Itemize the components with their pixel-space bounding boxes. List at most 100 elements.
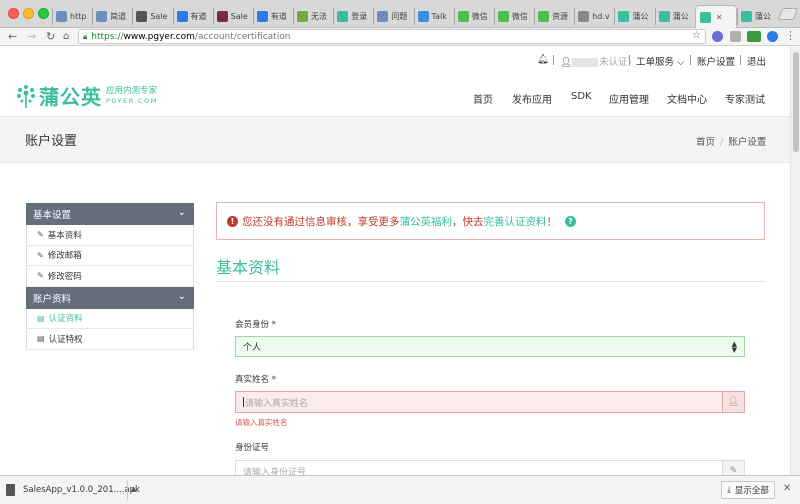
browser-tab-bar: http 简道 Sale 有道 Sale 有道 无法 登录 问题 Talk 微信 微信 资源 hd.v 蒲公… [0, 0, 800, 28]
browser-tab[interactable]: Sale [132, 5, 172, 28]
workorder-menu[interactable]: 工单服务 ⌵ [636, 54, 684, 68]
sidebar-item-privileges[interactable]: ▤ 认证特权 [26, 329, 194, 350]
browser-tab[interactable]: 资源 [534, 5, 574, 28]
browser-tab[interactable]: 微信 [453, 5, 494, 28]
sidebar-item-certification[interactable]: ▤ 认证资料 [26, 308, 194, 329]
maximize-window-button[interactable] [38, 8, 49, 19]
user-icon: 👤︎ [560, 57, 573, 68]
logo-tagline-cn: 应用内测专家 [106, 85, 158, 96]
sidebar-item-change-email[interactable]: ✎ 修改邮箱 [26, 245, 194, 266]
pgyer-icon [740, 11, 752, 22]
browser-tab[interactable]: http [52, 5, 92, 28]
wechat-icon [538, 11, 550, 22]
browser-tab[interactable]: 蒲公 [614, 5, 654, 28]
browser-tab[interactable]: 简道 [92, 5, 132, 28]
nav-home[interactable]: 首页 [473, 91, 493, 106]
nav-app-management[interactable]: 应用管理 [609, 91, 649, 106]
nav-docs[interactable]: 文档中心 [667, 91, 707, 106]
browser-tab[interactable]: hd.v [574, 5, 614, 28]
sidebar-group-basic-settings[interactable]: 基本设置 ⌄ [26, 203, 194, 225]
page-scrollbar[interactable] [790, 47, 800, 475]
section-title: 基本资料 [216, 258, 281, 277]
web-page: 🔔︎ 👤︎ 未认证) 工单服务 ⌵ 账户设置 退出 蒲公英 应用内测专家 PGY… [0, 47, 790, 475]
account-settings-link[interactable]: 账户设置 [697, 54, 735, 68]
realname-label: 真实姓名 * [235, 375, 276, 385]
forward-button[interactable]: → [27, 30, 36, 44]
tab-label: 资源 [552, 12, 569, 21]
browser-tab[interactable]: 蒲公 [736, 5, 777, 28]
frog-icon [297, 11, 309, 22]
tab-label: http [70, 12, 87, 21]
member-type-select[interactable]: 个人 ▲ ▼ [235, 336, 745, 357]
breadcrumb-home[interactable]: 首页 [696, 137, 715, 148]
realname-input[interactable]: 请输入真实姓名 [235, 391, 723, 413]
sidebar-item-label: 修改邮箱 [47, 251, 82, 262]
minimize-window-button[interactable] [23, 8, 34, 19]
sidebar-item-change-password[interactable]: ✎ 修改密码 [26, 266, 194, 287]
divider [690, 55, 691, 65]
select-caret-icon: ▲ ▼ [731, 340, 737, 354]
complete-certification-link[interactable]: 完善认证资料 [484, 214, 547, 229]
download-item[interactable]: SalesApp_v1.0.0_201....apk [6, 480, 140, 500]
user-status[interactable]: 👤︎ 未认证) [560, 54, 631, 68]
browser-tab[interactable]: Sale [212, 5, 253, 28]
nav-expert-testing[interactable]: 专家测试 [725, 91, 765, 106]
help-icon[interactable]: ? [565, 215, 576, 227]
chevron-up-icon[interactable]: ▲ [131, 485, 136, 493]
browser-tab[interactable]: 有道 [172, 5, 213, 28]
browser-tab[interactable]: 无法 [293, 5, 333, 28]
page-banner: 账户设置 首页 / 账户设置 [0, 116, 790, 163]
bell-icon[interactable]: 🔔︎ [537, 54, 549, 65]
divider [553, 55, 554, 65]
scrollbar-thumb[interactable] [793, 52, 799, 152]
tab-label: Talk [431, 12, 447, 21]
reload-button[interactable]: ↻ [46, 30, 55, 44]
browser-toolbar: ← → ↻ ⌂ 🔒︎ https://www.pgyer.com/account… [0, 28, 800, 46]
browser-menu-icon[interactable]: ⋮ [785, 29, 796, 42]
close-icon[interactable]: ✕ [783, 483, 791, 494]
browser-tab[interactable]: 问题 [373, 5, 413, 28]
browser-tab[interactable]: 有道 [252, 5, 293, 28]
settings-sidebar: 基本设置 ⌄ ✎ 基本资料 ✎ 修改邮箱 ✎ 修改密码 账户资料 ⌄ ▤ 认证资料 ▤ 认… [26, 203, 194, 350]
document-icon: ▤ [37, 313, 45, 323]
logout-link[interactable]: 退出 [747, 54, 766, 68]
new-tab-button[interactable] [777, 8, 799, 20]
tab-label: 微信 [511, 12, 528, 21]
browser-tab[interactable]: ✕ [694, 5, 737, 28]
browser-tab[interactable]: 登录 [333, 5, 373, 28]
pgyer-logo[interactable]: 蒲公英 应用内测专家 PGYER.COM [16, 81, 158, 110]
sidebar-group-account-info[interactable]: 账户资料 ⌄ [26, 286, 194, 309]
show-all-downloads-button[interactable]: ⤓ 显示全部 [721, 481, 775, 499]
close-tab-icon[interactable]: ✕ [716, 13, 723, 22]
browser-tab[interactable]: 蒲公 [654, 5, 695, 28]
alert-text: ，快去 [452, 215, 484, 228]
alert-brand-link[interactable]: 蒲公英福利 [400, 214, 453, 229]
extension-icon[interactable] [712, 31, 723, 42]
address-bar[interactable]: 🔒︎ https://www.pgyer.com/account/certifi… [78, 29, 706, 44]
breadcrumb-current: 账户设置 [728, 137, 767, 148]
nav-sdk[interactable]: SDK [571, 91, 592, 102]
sidebar-item-basic-info[interactable]: ✎ 基本资料 [26, 225, 194, 246]
url-scheme: https:// [91, 31, 124, 42]
wechat-icon [457, 11, 469, 22]
back-button[interactable]: ← [8, 30, 17, 44]
home-button[interactable]: ⌂ [63, 30, 69, 44]
nav-publish-app[interactable]: 发布应用 [512, 91, 552, 106]
tab-label: 蒲公 [632, 12, 649, 21]
idcard-label: 身份证号 [235, 443, 270, 453]
extension-icon[interactable] [767, 31, 778, 42]
app-icon [216, 11, 228, 22]
close-window-button[interactable] [8, 8, 19, 19]
extension-icon[interactable] [747, 31, 761, 42]
browser-tab[interactable]: Talk [413, 5, 454, 28]
idcard-input[interactable]: 请输入身份证号 [235, 460, 723, 475]
extension-icon[interactable] [730, 31, 741, 42]
bookmark-star-icon[interactable]: ☆ [692, 30, 701, 41]
download-bar: SalesApp_v1.0.0_201....apk ▲ ⤓ 显示全部 ✕ [0, 475, 800, 504]
browser-tab[interactable]: 微信 [493, 5, 534, 28]
tab-label: 有道 [270, 12, 287, 21]
pgyer-icon [618, 11, 630, 22]
tab-label: 登录 [351, 12, 368, 21]
sidebar-item-label: 修改密码 [47, 271, 82, 282]
tab-label: Sale [150, 12, 168, 21]
